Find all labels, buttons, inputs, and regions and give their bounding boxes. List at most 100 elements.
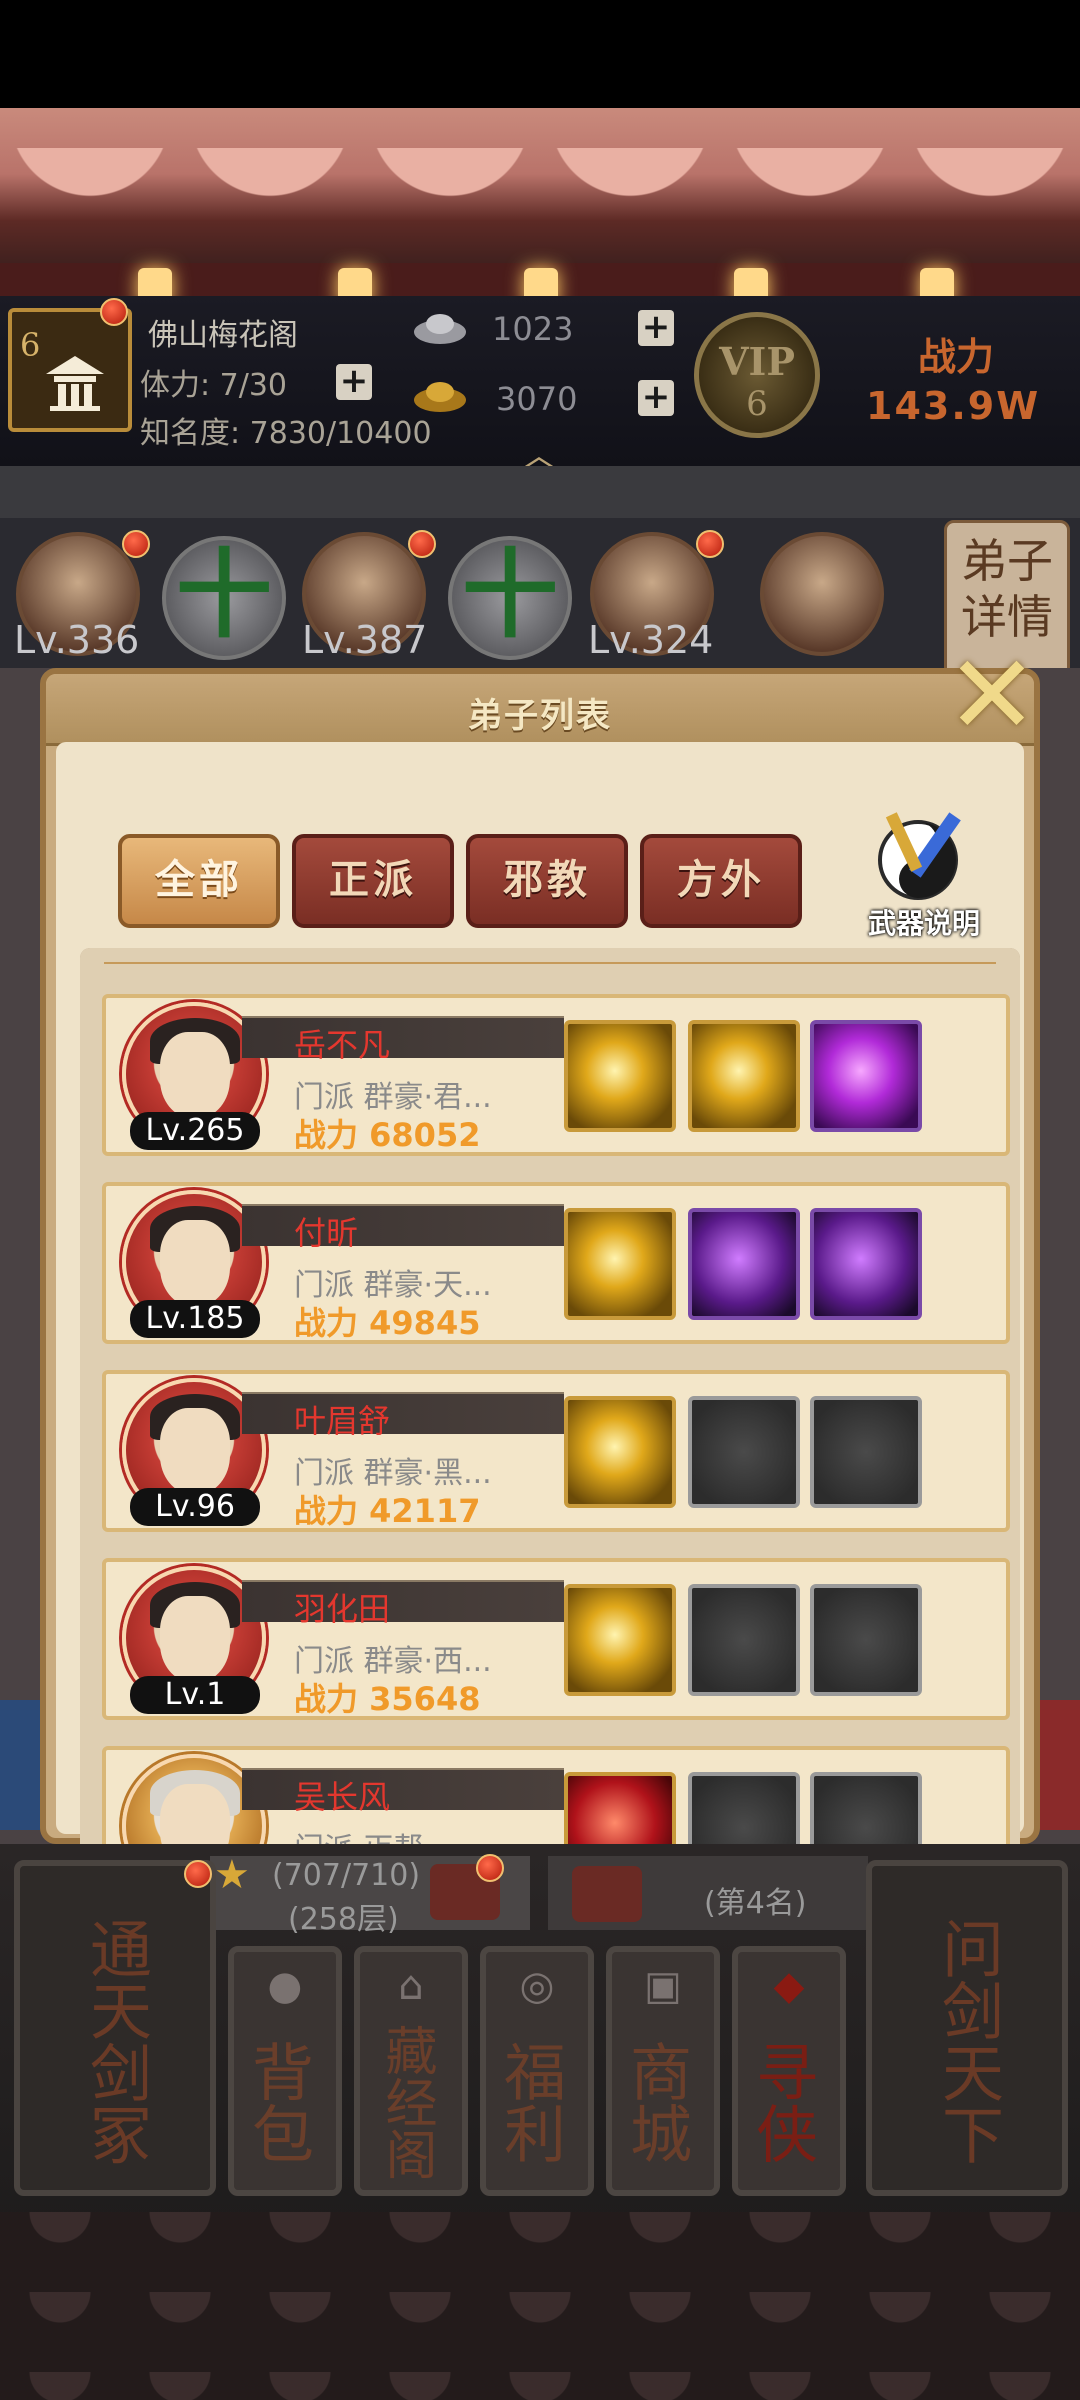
menu-label: 藏经阁 [376, 2024, 436, 2180]
skill-slot[interactable] [688, 1208, 800, 1320]
disciple-list-dialog: 弟子列表 全部 正派 邪教 方外 武器说明 Lv.265 岳不凡 门派 群豪·君… [40, 668, 1040, 1874]
disciple-name: 羽化田 [294, 1590, 391, 1628]
temple-icon [46, 356, 104, 411]
name-bar [242, 1392, 564, 1434]
fame-text: 知名度: 7830/10400 [140, 416, 432, 451]
name-bar [242, 1580, 564, 1622]
pavilion-icon: ⌂ [398, 1963, 424, 2009]
menu-label: 商城 [619, 2040, 692, 2164]
tab-outsider[interactable]: 方外 [640, 834, 802, 928]
rank-text: (第4名) [704, 1886, 807, 1921]
skill-slot[interactable] [810, 1020, 922, 1132]
skill-slot[interactable] [564, 1584, 676, 1696]
skill-slot[interactable] [564, 1208, 676, 1320]
divider-strip [0, 466, 1080, 518]
name-bar [242, 1204, 564, 1246]
bag-icon: ● [267, 1963, 303, 2009]
skill-slot[interactable] [810, 1208, 922, 1320]
weapon-icon [878, 812, 961, 900]
dialog-body: 全部 正派 邪教 方外 武器说明 Lv.265 岳不凡 门派 群豪·君... 战… [56, 742, 1024, 1874]
menu-label: 福利 [493, 2040, 566, 2164]
tongtian-jianzhong-button[interactable]: 通天剑冢 [14, 1860, 216, 2196]
dialog-title-bar: 弟子列表 [46, 674, 1034, 746]
gold-ingot-icon [414, 382, 466, 412]
notification-dot [100, 298, 128, 326]
disciple-name: 叶眉舒 [294, 1402, 391, 1440]
disciple-card[interactable]: Lv.1 羽化田 门派 群豪·西... 战力 35648 [102, 1558, 1010, 1720]
menu-library[interactable]: ⌂ 藏经阁 [354, 1946, 468, 2196]
silver-amount: 1023 [492, 310, 574, 348]
ladder-layer: (258层) [288, 1902, 399, 1937]
disciple-name: 付昕 [294, 1214, 359, 1252]
skill-slot[interactable] [564, 1020, 676, 1132]
empty-skill-slot[interactable] [688, 1584, 800, 1696]
sect-name: 佛山梅花阁 [148, 318, 298, 353]
notification-dot [476, 1854, 504, 1882]
player-header: 6 佛山梅花阁 体力: 7/30 + 知名度: 7830/10400 1023 … [0, 296, 1080, 476]
tab-all[interactable]: 全部 [118, 834, 280, 928]
empty-skill-slot[interactable] [688, 1396, 800, 1508]
bottom-decoration [0, 2212, 1080, 2400]
disciple-level: Lv.1 [130, 1676, 260, 1714]
disciple-card[interactable]: Lv.185 付昕 门派 群豪·天... 战力 49845 [102, 1182, 1010, 1344]
weapon-info-label: 武器说明 [867, 907, 980, 940]
menu-label: 寻侠 [745, 2040, 818, 2164]
disciple-card[interactable]: Lv.96 叶眉舒 门派 群豪·黑... 战力 42117 [102, 1370, 1010, 1532]
menu-shop[interactable]: ▣ 商城 [606, 1946, 720, 2196]
notification-dot [696, 530, 724, 558]
skill-slot[interactable] [564, 1396, 676, 1508]
menu-welfare[interactable]: ◎ 福利 [480, 1946, 594, 2196]
vip-badge[interactable]: VIP 6 [694, 312, 820, 438]
disciple-level: Lv.336 [14, 618, 140, 662]
coin-icon: ◎ [519, 1963, 555, 2009]
disciple-power: 战力 35648 [294, 1680, 481, 1718]
power-value: 143.9W [866, 384, 1041, 428]
disciple-strip: Lv.336 十 Lv.387 十 Lv.324 [0, 518, 1080, 668]
notification-dot [184, 1860, 212, 1888]
list-divider [104, 962, 996, 964]
vip-level: 6 [746, 384, 768, 424]
add-disciple-button[interactable]: 十 [162, 536, 286, 660]
add-gold-button[interactable]: + [638, 380, 674, 416]
sect-level: 6 [20, 326, 41, 364]
disciple-level: Lv.387 [302, 618, 428, 662]
empty-skill-slot[interactable] [810, 1584, 922, 1696]
side-decoration [0, 1700, 40, 1830]
disciple-card[interactable]: Lv.265 岳不凡 门派 群豪·君... 战力 68052 [102, 994, 1010, 1156]
disciple-power: 战力 49845 [294, 1304, 481, 1342]
silver-ingot-icon [414, 314, 466, 344]
wenjian-tianxia-button[interactable]: 问剑天下 [866, 1860, 1068, 2196]
sect-avatar[interactable]: 6 [8, 308, 132, 432]
disciple-avatar[interactable] [760, 532, 884, 656]
tab-righteous[interactable]: 正派 [292, 834, 454, 928]
status-bar [0, 0, 1080, 108]
add-disciple-button[interactable]: 十 [448, 536, 572, 660]
gift-icon[interactable] [572, 1866, 642, 1922]
disciple-name: 岳不凡 [294, 1026, 391, 1064]
shop-icon: ▣ [644, 1963, 682, 2009]
gold-amount: 3070 [496, 380, 578, 418]
notification-dot [408, 530, 436, 558]
disciple-level: Lv.265 [130, 1112, 260, 1150]
add-silver-button[interactable]: + [638, 310, 674, 346]
skill-slot[interactable] [688, 1020, 800, 1132]
add-stamina-button[interactable]: + [336, 364, 372, 400]
vip-label: VIP [719, 339, 795, 384]
power-label: 战力 [918, 335, 995, 379]
disciple-name: 吴长风 [294, 1778, 391, 1816]
disciple-power: 战力 68052 [294, 1116, 481, 1154]
name-bar [242, 1016, 564, 1058]
star-icon: ★ [214, 1852, 250, 1898]
menu-backpack[interactable]: ● 背包 [228, 1946, 342, 2196]
close-x-icon[interactable]: ✕ [944, 640, 1040, 750]
stamina-text: 体力: 7/30 [140, 368, 288, 403]
red-charm-icon: ◆ [773, 1963, 805, 2009]
disciple-level: Lv.324 [588, 618, 714, 662]
notification-dot [122, 530, 150, 558]
tab-evil[interactable]: 邪教 [466, 834, 628, 928]
empty-skill-slot[interactable] [810, 1396, 922, 1508]
name-bar [242, 1768, 564, 1810]
menu-recruit[interactable]: ◆ 寻侠 [732, 1946, 846, 2196]
disciple-list[interactable]: Lv.265 岳不凡 门派 群豪·君... 战力 68052 Lv.185 付昕… [80, 948, 1020, 1874]
weapon-info-button[interactable]: 武器说明 [844, 802, 1004, 942]
